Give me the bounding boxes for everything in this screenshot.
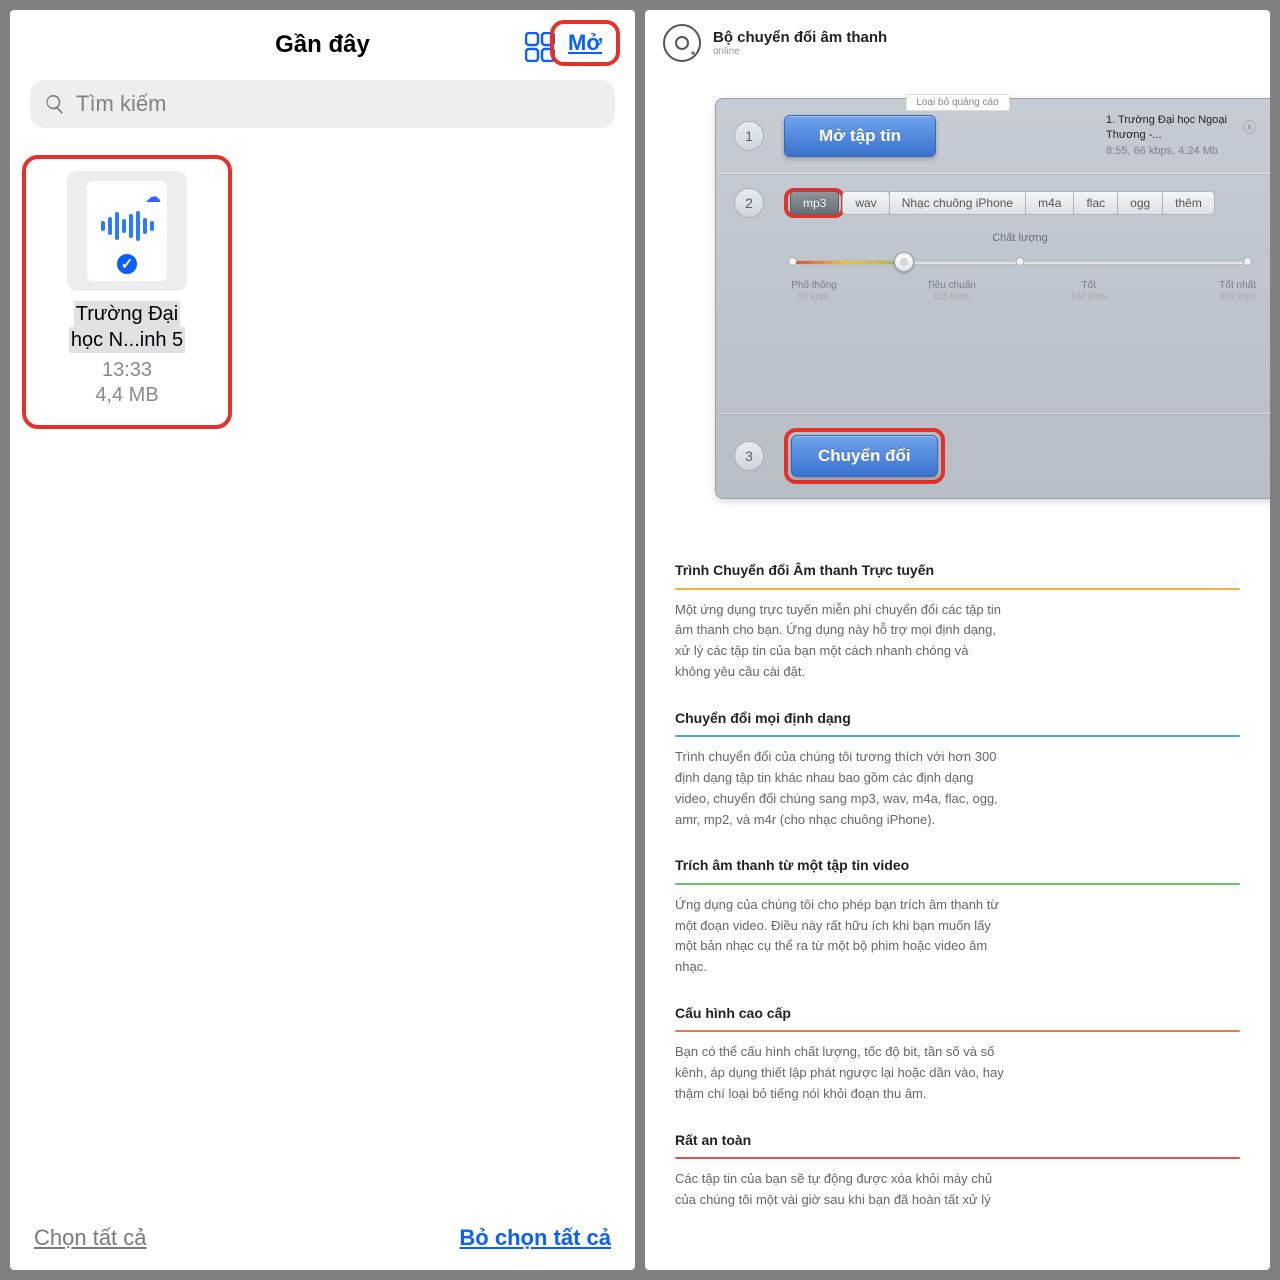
disc-icon <box>663 24 701 62</box>
quality-tick: Tốt <box>1081 280 1095 291</box>
format-tabs: mp3 wav Nhạc chuông iPhone m4a flac ogg … <box>784 188 1256 218</box>
format-tab-flac[interactable]: flac <box>1073 191 1118 215</box>
file-thumbnail: ☁︎ ✓ <box>67 171 187 291</box>
slider-knob[interactable] <box>894 252 914 272</box>
step-number: 2 <box>734 188 764 218</box>
remove-ads-button[interactable]: Loại bỏ quảng cáo <box>905 94 1009 111</box>
format-tab-wav[interactable]: wav <box>842 191 889 215</box>
step-number: 3 <box>734 441 764 471</box>
open-file-button[interactable]: Mở tập tin <box>784 115 936 157</box>
close-icon[interactable]: ⓧ <box>1243 119 1256 137</box>
step-number: 1 <box>734 121 764 151</box>
deselect-all-button[interactable]: Bỏ chọn tất cả <box>459 1225 611 1251</box>
loaded-file-name: 1. Trường Đại học Ngoại Thương -... <box>1106 113 1235 144</box>
section-text: Trình chuyển đổi của chúng tôi tương thí… <box>675 747 1005 830</box>
format-tab-ogg[interactable]: ogg <box>1117 191 1163 215</box>
format-tab-more[interactable]: thêm <box>1162 191 1215 215</box>
cloud-icon: ☁︎ <box>145 187 161 207</box>
app-title: Bộ chuyển đổi âm thanh <box>713 29 887 46</box>
section-heading: Cấu hình cao cấp <box>675 1002 1240 1024</box>
audio-wave-icon <box>101 211 154 241</box>
quality-tick: Phổ thông <box>791 280 837 291</box>
section-text: Ứng dụng của chúng tôi cho phép bạn tríc… <box>675 895 1005 978</box>
search-input[interactable]: Tìm kiếm <box>30 80 615 128</box>
format-tab-iphone[interactable]: Nhạc chuông iPhone <box>889 191 1026 215</box>
section-heading: Rất an toàn <box>675 1129 1240 1151</box>
select-all-button[interactable]: Chọn tất cả <box>34 1225 147 1251</box>
format-tab-m4a[interactable]: m4a <box>1025 191 1074 215</box>
quality-label: Chất lượng <box>784 232 1256 244</box>
section-text: Các tập tin của bạn sẽ tự động được xóa … <box>675 1169 1005 1211</box>
open-button[interactable]: Mở <box>550 20 620 66</box>
section-heading: Chuyển đổi mọi định dạng <box>675 707 1240 729</box>
file-name: Trường Đại <box>74 301 180 327</box>
file-name: học N...inh 5 <box>69 327 185 353</box>
file-time: 13:33 <box>32 359 222 382</box>
quality-tick: Tốt nhất <box>1219 280 1256 291</box>
check-icon: ✓ <box>114 251 140 277</box>
page-title: Gần đây <box>275 31 370 59</box>
status-label: online <box>713 46 887 57</box>
file-item[interactable]: ☁︎ ✓ Trường Đại học N...inh 5 13:33 4,4 … <box>22 155 232 429</box>
search-icon <box>44 93 66 115</box>
section-text: Một ứng dụng trực tuyến miễn phí chuyển … <box>675 600 1005 683</box>
converter-widget: 1 Mở tập tin 1. Trường Đại học Ngoại Thư… <box>715 98 1270 499</box>
file-size: 4,4 MB <box>32 384 222 407</box>
section-heading: Trích âm thanh từ một tập tin video <box>675 854 1240 876</box>
search-placeholder: Tìm kiếm <box>76 91 166 117</box>
convert-button[interactable]: Chuyển đổi <box>791 435 938 477</box>
loaded-file-meta: 8:55, 66 kbps, 4.24 Mb <box>1106 144 1256 159</box>
quality-slider[interactable] <box>788 250 1252 274</box>
quality-tick: Tiêu chuẩn <box>927 280 976 291</box>
section-heading: Trình Chuyển đổi Âm thanh Trực tuyến <box>675 559 1240 581</box>
format-tab-mp3[interactable]: mp3 <box>790 191 839 215</box>
section-text: Bạn có thể cấu hình chất lượng, tốc độ b… <box>675 1042 1005 1104</box>
